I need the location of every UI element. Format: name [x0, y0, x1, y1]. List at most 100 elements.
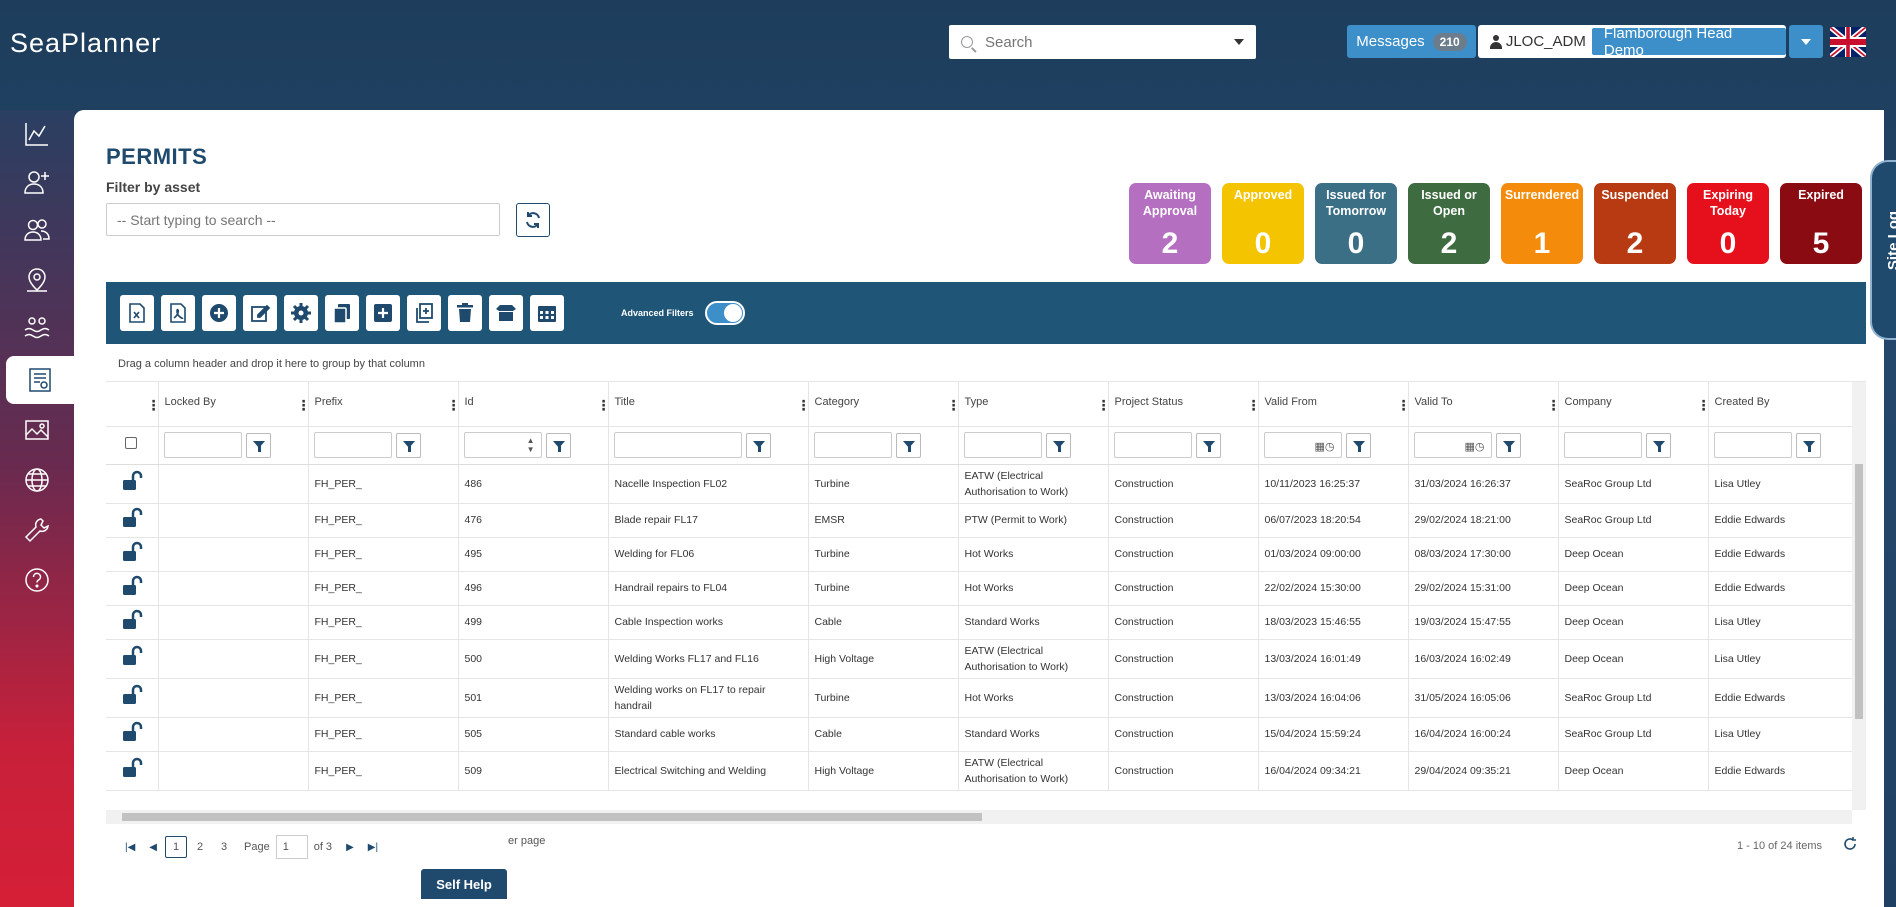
table-row[interactable]: FH_PER_ 500 Welding Works FL17 and FL16 Hig… [106, 639, 1866, 679]
filter-input-type[interactable] [963, 432, 1042, 458]
chevron-down-icon[interactable] [1234, 39, 1244, 45]
column-menu-icon[interactable] [147, 397, 161, 414]
column-header-created-by[interactable]: Created By [1708, 382, 1861, 427]
sidebar-item-help[interactable] [0, 556, 74, 604]
sidebar-item-tools[interactable] [0, 506, 74, 554]
column-menu-icon[interactable] [597, 397, 611, 414]
group-panel[interactable]: Drag a column header and drop it here to… [106, 344, 1866, 382]
cell-lock[interactable] [106, 605, 159, 640]
table-row[interactable]: FH_PER_ 486 Nacelle Inspection FL02 Turbine… [106, 464, 1866, 504]
edit-button[interactable] [243, 295, 277, 331]
filter-icon[interactable] [1795, 432, 1821, 458]
page-button-3[interactable]: 3 [213, 836, 235, 858]
refresh-button[interactable] [516, 203, 550, 237]
column-header-type[interactable]: Type [958, 382, 1111, 427]
column-menu-icon[interactable] [297, 397, 311, 414]
page-button-1[interactable]: 1 [165, 836, 187, 858]
unlock-icon[interactable] [121, 470, 143, 492]
horizontal-scrollbar[interactable] [106, 810, 1852, 824]
prev-page-icon[interactable]: ◀ [149, 842, 157, 853]
column-menu-icon[interactable] [447, 397, 461, 414]
cell-lock[interactable] [106, 537, 159, 572]
column-menu-icon[interactable] [947, 397, 961, 414]
app-logo[interactable]: SeaPlanner [10, 28, 161, 59]
table-row[interactable]: FH_PER_ 505 Standard cable works Cable Stand… [106, 717, 1866, 752]
duplicate-button[interactable] [407, 295, 441, 331]
cell-lock[interactable] [106, 717, 159, 752]
refresh-icon[interactable] [1842, 836, 1858, 852]
vertical-scroll-thumb[interactable] [1855, 464, 1863, 719]
cell-lock[interactable] [106, 678, 159, 718]
calendar-clock-icon[interactable]: ▦◷ [1465, 439, 1485, 455]
last-page-icon[interactable]: ▶| [368, 842, 378, 853]
cell-lock[interactable] [106, 464, 159, 504]
calendar-clock-icon[interactable]: ▦◷ [1315, 439, 1335, 455]
column-menu-icon[interactable] [1547, 397, 1561, 414]
tile-expired[interactable]: Expired 5 [1780, 183, 1862, 264]
filter-icon[interactable] [745, 432, 771, 458]
copy-button[interactable] [325, 295, 359, 331]
vertical-scrollbar[interactable] [1852, 382, 1866, 810]
add-square-button[interactable] [366, 295, 400, 331]
sidebar-item-gallery[interactable] [0, 406, 74, 454]
filter-input-valid-from[interactable]: ▦◷ [1263, 432, 1342, 458]
filter-input-project-status[interactable] [1113, 432, 1192, 458]
column-header-title[interactable]: Title [608, 382, 811, 427]
column-header-prefix[interactable]: Prefix [308, 382, 461, 427]
site-log-tab[interactable]: Site Log [1870, 160, 1896, 340]
self-help-button[interactable]: Self Help [421, 869, 507, 899]
messages-button[interactable]: Messages 210 [1347, 25, 1476, 58]
column-header-valid-to[interactable]: Valid To [1408, 382, 1561, 427]
tile-issued-for-tomorrow[interactable]: Issued for Tomorrow 0 [1315, 183, 1397, 264]
filter-input-company[interactable] [1563, 432, 1642, 458]
site-selector[interactable]: Flamborough Head Demo [1591, 25, 1786, 59]
column-header-project-status[interactable]: Project Status [1108, 382, 1261, 427]
table-row[interactable]: FH_PER_ 496 Handrail repairs to FL04 Turbin… [106, 571, 1866, 606]
column-menu-icon[interactable] [1397, 397, 1411, 414]
unlock-icon[interactable] [121, 507, 143, 529]
sidebar-item-users[interactable] [0, 206, 74, 254]
select-all-checkbox[interactable] [125, 436, 137, 449]
page-number-input[interactable]: 1 [275, 835, 308, 859]
filter-icon[interactable] [1045, 432, 1071, 458]
unlock-icon[interactable] [121, 757, 143, 779]
column-menu-icon[interactable] [1097, 397, 1111, 414]
cell-lock[interactable] [106, 751, 159, 791]
page-button-2[interactable]: 2 [189, 836, 211, 858]
export-pdf-button[interactable] [161, 295, 195, 331]
advanced-filters-toggle[interactable] [704, 301, 745, 325]
sidebar-item-dashboard[interactable] [0, 110, 74, 158]
export-excel-button[interactable] [120, 295, 154, 331]
sidebar-item-globe[interactable] [0, 456, 74, 504]
filter-icon[interactable] [1495, 432, 1521, 458]
filter-input-locked-by[interactable] [163, 432, 242, 458]
column-header-company[interactable]: Company [1558, 382, 1711, 427]
filter-input-valid-to[interactable]: ▦◷ [1413, 432, 1492, 458]
filter-icon[interactable] [1645, 432, 1671, 458]
filter-icon[interactable] [245, 432, 271, 458]
settings-button[interactable] [284, 295, 318, 331]
cell-lock[interactable] [106, 503, 159, 538]
column-header-id[interactable]: Id [458, 382, 611, 427]
column-header-valid-from[interactable]: Valid From [1258, 382, 1411, 427]
user-dropdown-button[interactable] [1789, 25, 1823, 58]
user-box[interactable]: JLOC_ADM Flamborough Head Demo [1478, 25, 1786, 59]
column-menu-icon[interactable] [1697, 397, 1711, 414]
filter-input-created-by[interactable] [1713, 432, 1792, 458]
archive-button[interactable] [489, 295, 523, 331]
table-row[interactable]: FH_PER_ 476 Blade repair FL17 EMSR PTW (Perm… [106, 503, 1866, 538]
next-page-icon[interactable]: ▶ [346, 842, 354, 853]
tile-awaiting-approval[interactable]: Awaiting Approval 2 [1129, 183, 1211, 264]
table-row[interactable]: FH_PER_ 501 Welding works on FL17 to repai… [106, 678, 1866, 718]
filter-input-prefix[interactable] [313, 432, 392, 458]
search-input[interactable] [985, 33, 1234, 51]
tile-suspended[interactable]: Suspended 2 [1594, 183, 1676, 264]
filter-icon[interactable] [1345, 432, 1371, 458]
cell-lock[interactable] [106, 571, 159, 606]
unlock-icon[interactable] [121, 645, 143, 667]
column-header-select[interactable] [106, 382, 161, 427]
sidebar-item-marine[interactable] [0, 304, 74, 352]
table-row[interactable]: FH_PER_ 495 Welding for FL06 Turbine Hot Wor… [106, 537, 1866, 572]
sidebar-item-locations[interactable] [0, 256, 74, 304]
filter-icon[interactable] [395, 432, 421, 458]
